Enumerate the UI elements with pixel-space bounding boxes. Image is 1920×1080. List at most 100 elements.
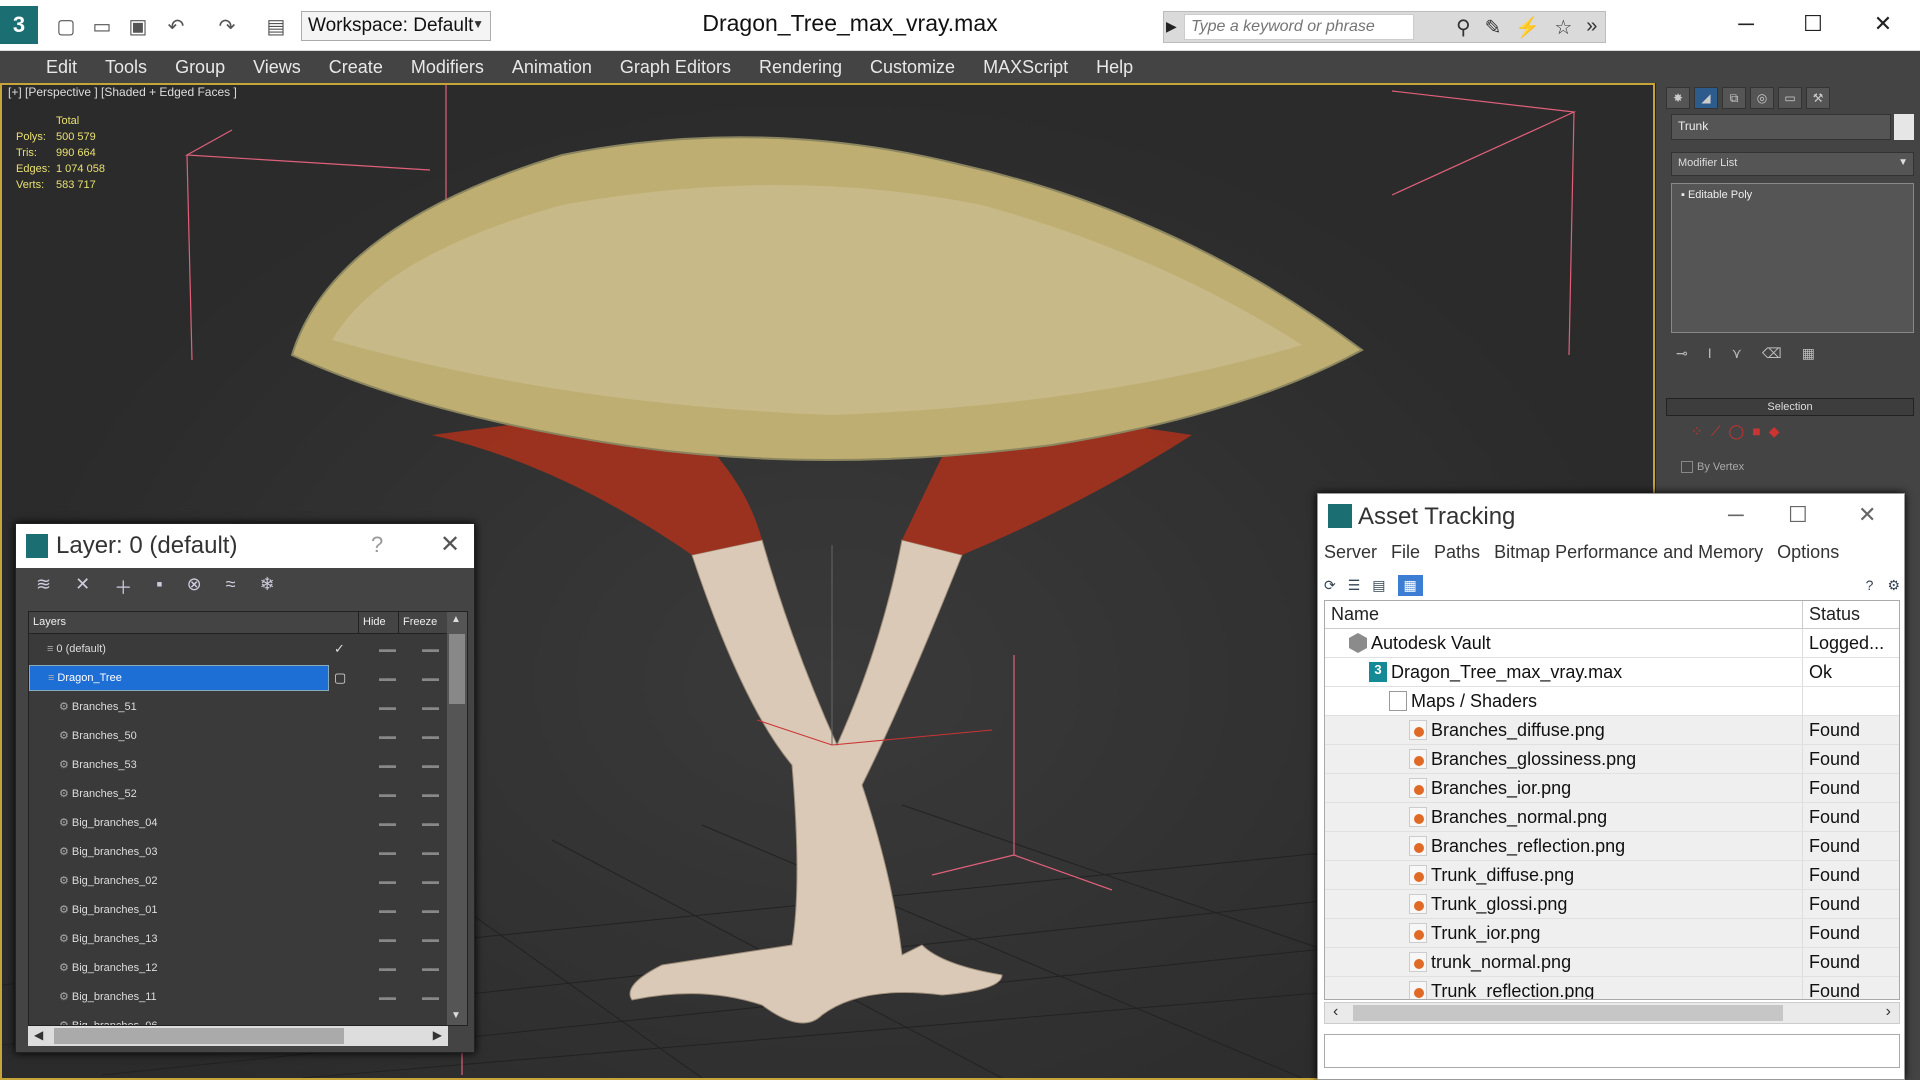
menu-group[interactable]: Group — [175, 57, 225, 78]
scroll-right-icon[interactable]: ▶ — [433, 1028, 442, 1042]
workspace-select[interactable]: Workspace: Default ▼ — [301, 11, 491, 41]
refresh-icon[interactable]: ⟳ — [1324, 577, 1336, 594]
layer-row[interactable]: ⚙ Big_branches_03 ▬▬ ▬▬ — [29, 837, 467, 866]
asset-row[interactable]: Maps / Shaders — [1325, 687, 1899, 716]
asset-row[interactable]: Branches_diffuse.png Found — [1325, 716, 1899, 745]
save-icon[interactable]: ▣ — [124, 12, 152, 40]
modifier-list-dropdown[interactable]: Modifier List ▼ — [1671, 152, 1914, 176]
layer-row[interactable]: ⚙ Big_branches_02 ▬▬ ▬▬ — [29, 866, 467, 895]
layer-name[interactable]: ⚙ Big_branches_03 — [29, 839, 329, 865]
freeze-toggle-icon[interactable]: ▬▬ — [422, 876, 439, 886]
layer-name[interactable]: ⚙ Big_branches_01 — [29, 897, 329, 923]
edge-mode-icon[interactable]: ⟋ — [1711, 423, 1721, 440]
freeze-toggle-icon[interactable]: ▬▬ — [422, 905, 439, 915]
asset-row[interactable]: Trunk_ior.png Found — [1325, 919, 1899, 948]
asset-row[interactable]: Branches_reflection.png Found — [1325, 832, 1899, 861]
open-file-icon[interactable]: ▭ — [88, 12, 116, 40]
list-view-icon[interactable]: ☰ — [1348, 577, 1361, 594]
menu-options[interactable]: Options — [1777, 542, 1839, 563]
column-layers[interactable]: Layers — [29, 612, 359, 633]
hide-toggle-icon[interactable]: ▬▬ — [379, 905, 396, 915]
motion-tab-icon[interactable]: ◎ — [1750, 87, 1774, 109]
freeze-toggle-icon[interactable]: ▬▬ — [422, 673, 439, 683]
hide-toggle-icon[interactable]: ▬▬ — [379, 876, 396, 886]
layer-dialog-titlebar[interactable]: Layer: 0 (default) ? ✕ — [16, 524, 474, 568]
remove-modifier-icon[interactable]: ⌫ — [1762, 345, 1782, 362]
modify-tab-icon[interactable]: ◢ — [1694, 87, 1718, 109]
column-status[interactable]: Status — [1803, 601, 1893, 628]
new-file-icon[interactable]: ▢ — [52, 12, 80, 40]
hide-toggle-icon[interactable]: ▬▬ — [379, 818, 396, 828]
by-vertex-option[interactable]: By Vertex — [1681, 461, 1744, 474]
asset-row[interactable]: 3 Dragon_Tree_max_vray.max Ok — [1325, 658, 1899, 687]
show-end-result-icon[interactable]: Ι — [1708, 345, 1712, 362]
satellite-icon[interactable]: ⚡ — [1515, 15, 1540, 40]
layer-vertical-scrollbar[interactable]: ▲ ▼ — [447, 612, 467, 1025]
asset-row[interactable]: Autodesk Vault Logged... — [1325, 629, 1899, 658]
freeze-toggle-icon[interactable]: ▬▬ — [422, 934, 439, 944]
table-view-icon[interactable]: ▦ — [1397, 574, 1423, 596]
menu-edit[interactable]: Edit — [46, 57, 77, 78]
stack-item-editable-poly[interactable]: ▪ Editable Poly — [1675, 187, 1910, 203]
redo-icon[interactable]: ↷ — [213, 12, 241, 40]
layer-name[interactable]: ⚙ Branches_52 — [29, 781, 329, 807]
layer-name[interactable]: ⚙ Branches_51 — [29, 694, 329, 720]
search-input[interactable] — [1184, 14, 1414, 40]
freeze-toggle-icon[interactable]: ▬▬ — [422, 847, 439, 857]
expand-arrow-icon[interactable]: ▶ — [1166, 18, 1177, 35]
hide-toggle-icon[interactable]: ▬▬ — [379, 731, 396, 741]
create-tab-icon[interactable]: ✸ — [1666, 87, 1690, 109]
freeze-toggle-icon[interactable]: ▬▬ — [422, 818, 439, 828]
column-hide[interactable]: Hide — [359, 612, 399, 633]
layer-name[interactable]: ⚙ Big_branches_04 — [29, 810, 329, 836]
tree-view-icon[interactable]: ▤ — [1372, 577, 1385, 594]
menu-customize[interactable]: Customize — [870, 57, 955, 78]
undo-icon[interactable]: ↶ — [162, 12, 190, 40]
freeze-toggle-icon[interactable]: ▬▬ — [422, 702, 439, 712]
close-button[interactable]: ✕ — [1858, 6, 1908, 42]
menu-file[interactable]: File — [1391, 542, 1420, 563]
menu-create[interactable]: Create — [329, 57, 383, 78]
binoculars-icon[interactable]: ⚲ — [1456, 15, 1471, 40]
maximize-button[interactable]: ☐ — [1788, 6, 1838, 42]
current-layer-check-icon[interactable]: ▢ — [334, 670, 346, 686]
hide-toggle-icon[interactable]: ▬▬ — [379, 673, 396, 683]
viewport-label[interactable]: [+] [Perspective ] [Shaded + Edged Faces… — [8, 85, 237, 99]
help-button[interactable]: ? — [371, 532, 383, 558]
menu-help[interactable]: Help — [1096, 57, 1133, 78]
border-mode-icon[interactable]: ◯ — [1729, 423, 1745, 440]
tools-icon[interactable]: ✎ — [1485, 15, 1502, 40]
menu-graph-editors[interactable]: Graph Editors — [620, 57, 731, 78]
hide-all-icon[interactable]: ≈ — [226, 574, 236, 600]
layer-name[interactable]: ⚙ Branches_50 — [29, 723, 329, 749]
freeze-toggle-icon[interactable]: ▬▬ — [422, 992, 439, 1002]
menu-maxscript[interactable]: MAXScript — [983, 57, 1068, 78]
asset-row[interactable]: Trunk_reflection.png Found — [1325, 977, 1899, 999]
menu-tools[interactable]: Tools — [105, 57, 147, 78]
selection-rollout-title[interactable]: Selection — [1666, 398, 1914, 416]
layer-row[interactable]: ⚙ Big_branches_06 ▬▬ ▬▬ — [29, 1011, 467, 1026]
scroll-up-icon[interactable]: ▲ — [451, 614, 461, 625]
layer-row[interactable]: ⚙ Branches_52 ▬▬ ▬▬ — [29, 779, 467, 808]
layer-row[interactable]: ⚙ Branches_50 ▬▬ ▬▬ — [29, 721, 467, 750]
layer-name[interactable]: ≡ Dragon_Tree — [29, 664, 329, 691]
menu-server[interactable]: Server — [1324, 542, 1377, 563]
asset-row[interactable]: trunk_normal.png Found — [1325, 948, 1899, 977]
menu-paths[interactable]: Paths — [1434, 542, 1480, 563]
polygon-mode-icon[interactable]: ■ — [1752, 423, 1760, 440]
help-icon[interactable]: ? — [1866, 577, 1874, 594]
asset-row[interactable]: Trunk_diffuse.png Found — [1325, 861, 1899, 890]
minimize-icon[interactable]: ─ — [1728, 502, 1744, 528]
select-objects-icon[interactable]: ▪ — [156, 574, 162, 600]
element-mode-icon[interactable]: ◆ — [1769, 423, 1780, 440]
close-icon[interactable]: ✕ — [440, 530, 460, 559]
scroll-thumb[interactable] — [1353, 1005, 1783, 1021]
freeze-toggle-icon[interactable]: ▬▬ — [422, 644, 439, 654]
hide-toggle-icon[interactable]: ▬▬ — [379, 644, 396, 654]
maximize-icon[interactable]: ☐ — [1788, 502, 1808, 528]
layer-row[interactable]: ⚙ Branches_53 ▬▬ ▬▬ — [29, 750, 467, 779]
freeze-toggle-icon[interactable]: ▬▬ — [422, 731, 439, 741]
layer-row[interactable]: ≡ Dragon_Tree ▢ ▬▬ ▬▬ — [29, 663, 467, 692]
scroll-down-icon[interactable]: ▼ — [451, 1010, 461, 1021]
hide-toggle-icon[interactable]: ▬▬ — [379, 847, 396, 857]
